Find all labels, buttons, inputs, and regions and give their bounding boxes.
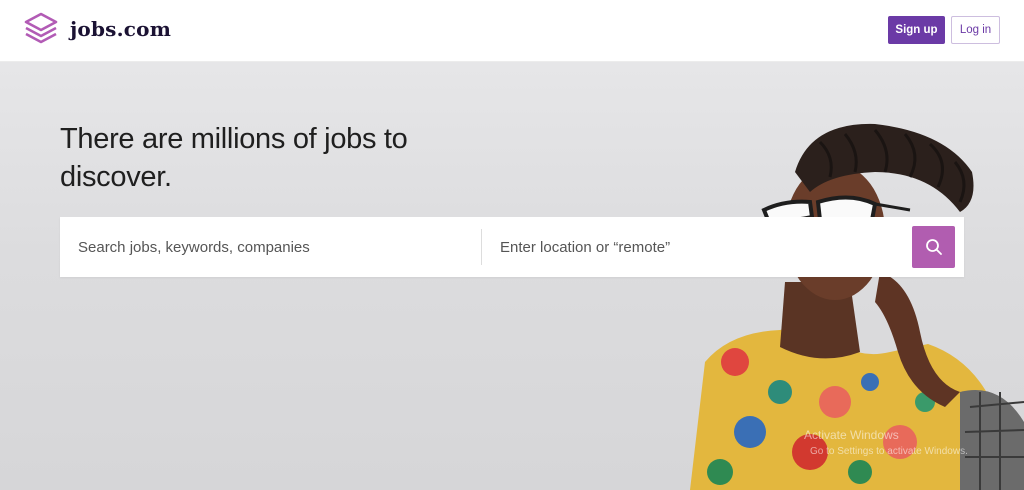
activation-watermark-title: Activate Windows	[804, 428, 899, 442]
logo-icon	[24, 12, 58, 44]
hero-headline: There are millions of jobs to discover.	[60, 123, 408, 193]
hero-section: There are millions of jobs to discover. …	[0, 62, 1024, 490]
site-header: jobs.com Sign up Log in	[0, 0, 1024, 62]
brand-name: jobs.com	[70, 17, 172, 41]
keywords-search-input[interactable]	[60, 217, 481, 277]
job-search-bar	[60, 217, 964, 277]
signup-button[interactable]: Sign up	[888, 16, 945, 44]
search-icon	[925, 239, 942, 255]
logo[interactable]: jobs.com	[23, 11, 171, 47]
activation-watermark-text: Go to Settings to activate Windows.	[810, 446, 968, 457]
location-search-input[interactable]	[482, 217, 912, 277]
search-button[interactable]	[912, 226, 955, 268]
login-button[interactable]: Log in	[951, 16, 1000, 44]
